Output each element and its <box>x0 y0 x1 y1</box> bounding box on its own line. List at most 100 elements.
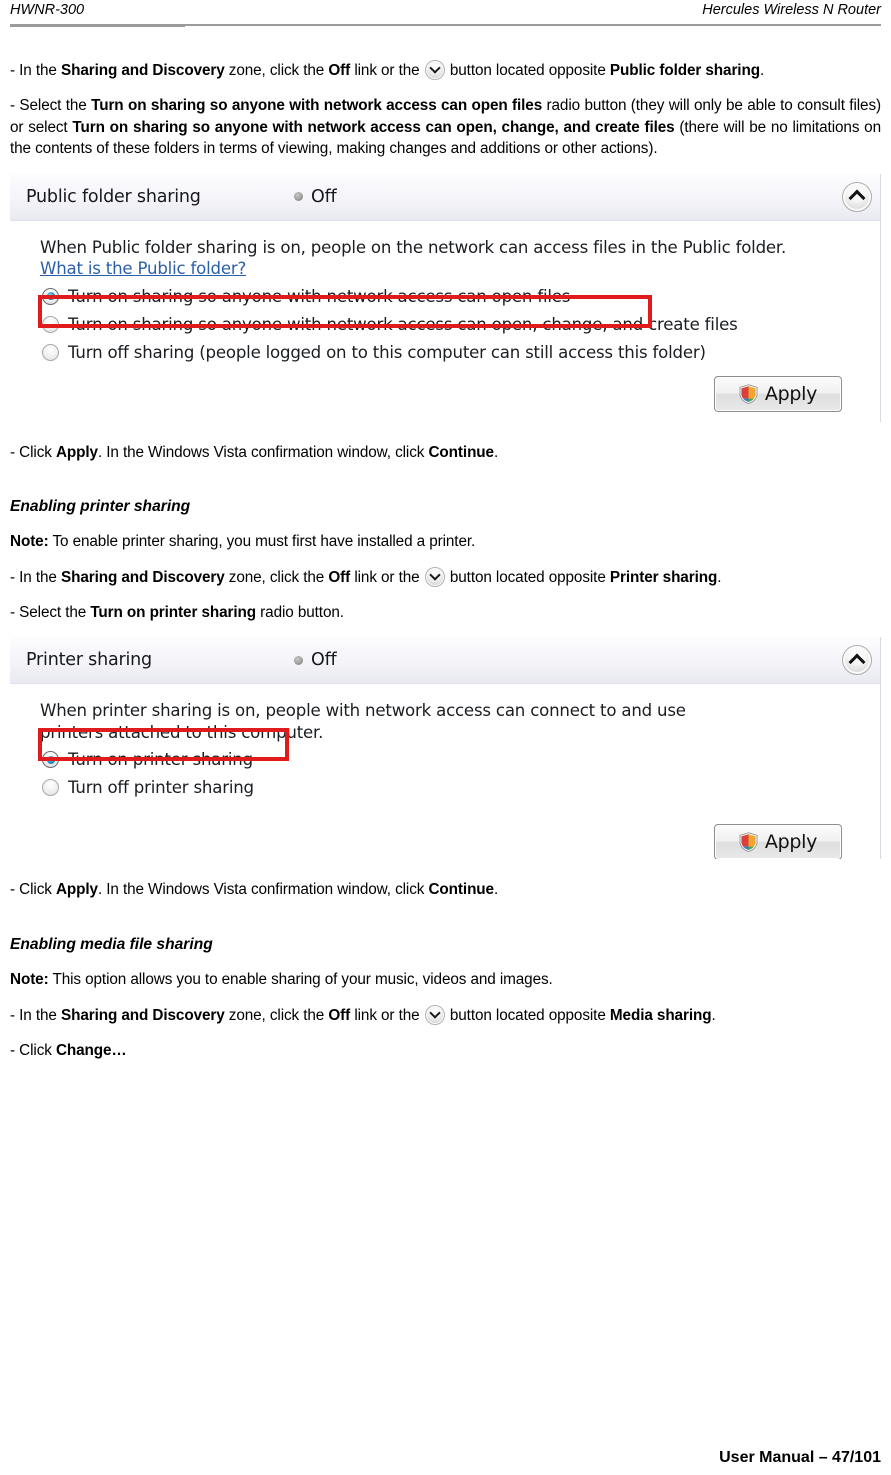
radio-option-open-files[interactable]: Turn on sharing so anyone with network a… <box>40 282 862 310</box>
instruction-click-apply-printer: - Click Apply. In the Windows Vista conf… <box>10 879 881 900</box>
apply-button[interactable]: Apply <box>714 376 842 413</box>
radio-indicator[interactable] <box>42 315 59 333</box>
public-sharing-description: When Public folder sharing is on, people… <box>40 237 787 257</box>
p1-bold-public-folder-sharing: Public folder sharing <box>609 61 760 79</box>
note-media-label: Note: <box>10 971 49 989</box>
radio-option-label: Turn on sharing so anyone with network a… <box>68 286 571 306</box>
apply-button-label: Apply <box>764 383 818 406</box>
public-sharing-title: Public folder sharing <box>26 186 201 207</box>
printer-sharing-panel-body: When printer sharing is on, people with … <box>10 684 880 860</box>
chevron-down-icon <box>424 1004 445 1025</box>
instruction-click-change: - Click Change… <box>10 1040 881 1061</box>
printer-sharing-panel-header: Printer sharing Off <box>10 637 880 685</box>
p6-bold-continue: Continue <box>428 881 494 899</box>
instruction-printer-sharing-open: - In the Sharing and Discovery zone, cli… <box>10 566 881 588</box>
radio-option-label: Turn off printer sharing <box>68 778 254 798</box>
p6-seg3: . <box>493 881 499 899</box>
p1-bold-sharing-discovery: Sharing and Discovery <box>60 61 225 79</box>
note-media-text: This option allows you to enable sharing… <box>48 971 553 989</box>
p3-seg2: . In the Windows Vista confirmation wind… <box>97 443 429 461</box>
p6-seg2: . In the Windows Vista confirmation wind… <box>97 881 429 899</box>
status-dot-icon <box>294 655 303 665</box>
p7-seg2: zone, click the <box>224 1006 329 1024</box>
public-folder-help-link[interactable]: What is the Public folder? <box>40 259 246 278</box>
radio-indicator[interactable] <box>42 287 59 305</box>
note-printer-text: To enable printer sharing, you must firs… <box>48 533 476 551</box>
printer-sharing-radio-group: Turn on printer sharing Turn off printer… <box>40 746 862 802</box>
chevron-up-icon[interactable] <box>842 181 872 212</box>
p4-seg2: zone, click the <box>224 568 329 586</box>
p2-bold-open-files: Turn on sharing so anyone with network a… <box>91 97 543 115</box>
printer-sharing-state-value: Off <box>311 650 337 671</box>
p6-bold-apply: Apply <box>55 881 98 899</box>
p7-bold-off: Off <box>328 1006 351 1024</box>
radio-option-turn-on-printer-sharing[interactable]: Turn on printer sharing <box>40 746 862 774</box>
apply-button-label: Apply <box>764 830 818 853</box>
public-sharing-state-value: Off <box>311 186 337 207</box>
p7-bold-media-sharing: Media sharing <box>609 1006 712 1024</box>
p7-seg5: . <box>711 1006 716 1024</box>
public-sharing-panel-header: Public folder sharing Off <box>10 173 880 221</box>
radio-option-turn-off-printer-sharing[interactable]: Turn off printer sharing <box>40 774 862 802</box>
p6-seg1: - Click <box>10 881 56 899</box>
apply-button[interactable]: Apply <box>714 823 842 860</box>
p1-seg4: button located opposite <box>445 61 610 79</box>
document-header: HWNR-300 Hercules Wireless N Router <box>10 0 881 22</box>
p4-bold-sharing-discovery: Sharing and Discovery <box>60 568 225 586</box>
radio-indicator[interactable] <box>42 343 59 361</box>
p1-seg3: link or the <box>350 61 424 79</box>
printer-sharing-apply-row: Apply <box>40 823 862 860</box>
instruction-public-folder-open: - In the Sharing and Discovery zone, cli… <box>10 59 881 81</box>
header-divider-rule <box>10 23 881 27</box>
radio-indicator[interactable] <box>42 751 59 769</box>
p7-bold-sharing-discovery: Sharing and Discovery <box>60 1006 225 1024</box>
p5-seg1: - Select the <box>10 604 91 622</box>
p2-bold-open-change-create: Turn on sharing so anyone with network a… <box>72 118 675 136</box>
radio-option-label: Turn on printer sharing <box>68 750 253 770</box>
instruction-select-radio-option: - Select the Turn on sharing so anyone w… <box>10 95 881 159</box>
p3-bold-apply: Apply <box>55 443 98 461</box>
p3-bold-continue: Continue <box>428 443 494 461</box>
p1-bold-off: Off <box>328 61 351 79</box>
header-product-code: HWNR-300 <box>10 2 85 18</box>
uac-shield-icon <box>739 384 758 404</box>
p8-seg1: - Click <box>10 1041 56 1059</box>
document-footer: User Manual – 47/101 <box>719 1449 881 1466</box>
header-product-name: Hercules Wireless N Router <box>702 2 881 18</box>
p4-bold-off: Off <box>328 568 351 586</box>
instruction-select-printer-radio: - Select the Turn on printer sharing rad… <box>10 602 881 623</box>
note-media-sharing: Note: This option allows you to enable s… <box>10 969 881 990</box>
p1-seg1: - In the <box>10 61 61 79</box>
p5-bold-turn-on-printer-sharing: Turn on printer sharing <box>90 604 257 622</box>
radio-option-label: Turn on sharing so anyone with network a… <box>68 314 738 334</box>
p2-seg1: - Select the <box>10 97 92 115</box>
chevron-down-icon <box>424 566 445 587</box>
section-heading-printer-sharing: Enabling printer sharing <box>10 497 191 515</box>
radio-indicator[interactable] <box>42 779 59 797</box>
public-sharing-panel-body: When Public folder sharing is on, people… <box>10 221 880 422</box>
section-heading-media-file-sharing: Enabling media file sharing <box>10 935 213 953</box>
status-dot-icon <box>294 192 303 202</box>
screenshot-public-folder-sharing: Public folder sharing Off When Public fo… <box>10 173 881 422</box>
p4-seg3: link or the <box>350 568 424 586</box>
p3-seg1: - Click <box>10 443 56 461</box>
p7-seg1: - In the <box>10 1006 61 1024</box>
printer-sharing-title: Printer sharing <box>26 650 152 671</box>
note-printer-label: Note: <box>10 533 49 551</box>
printer-sharing-state-group: Off <box>294 650 842 670</box>
p5-seg2: radio button. <box>256 604 344 622</box>
chevron-down-icon <box>424 59 445 80</box>
p7-seg4: button located opposite <box>445 1006 610 1024</box>
screenshot-printer-sharing: Printer sharing Off When printer sharing… <box>10 637 881 860</box>
radio-option-label: Turn off sharing (people logged on to th… <box>68 342 706 362</box>
radio-option-open-change-create[interactable]: Turn on sharing so anyone with network a… <box>40 310 862 338</box>
p8-bold-change: Change… <box>55 1041 127 1059</box>
chevron-up-icon[interactable] <box>842 645 872 676</box>
p3-seg3: . <box>493 443 499 461</box>
p4-seg4: button located opposite <box>445 568 610 586</box>
p4-seg1: - In the <box>10 568 61 586</box>
instruction-click-apply-public: - Click Apply. In the Windows Vista conf… <box>10 442 881 463</box>
note-printer-sharing: Note: To enable printer sharing, you mus… <box>10 531 881 552</box>
radio-option-turn-off-sharing[interactable]: Turn off sharing (people logged on to th… <box>40 338 862 366</box>
p7-seg3: link or the <box>350 1006 424 1024</box>
